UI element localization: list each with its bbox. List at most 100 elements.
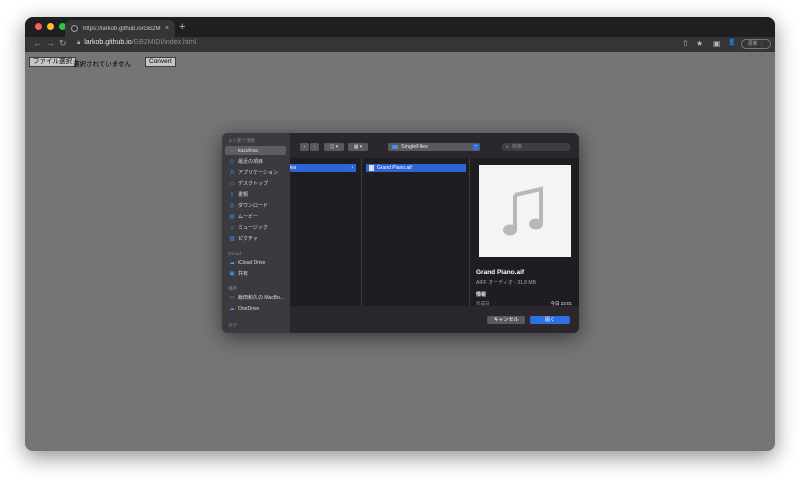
row-label: les: [290, 165, 297, 171]
sidebar-item-label: 飯田和久の MacBo...: [238, 295, 285, 301]
forward-arrow-icon[interactable]: →: [46, 38, 55, 48]
dialog-forward-button[interactable]: ›: [310, 143, 319, 151]
search-field[interactable]: ⌕ 検索: [502, 143, 570, 151]
tab-close-icon[interactable]: ×: [165, 25, 169, 32]
music-note-icon: [503, 186, 543, 236]
new-tab-button[interactable]: +: [179, 21, 185, 33]
browser-tab[interactable]: https://larkob.github.io/GB2MIDI ×: [65, 20, 175, 37]
window-controls: [35, 23, 66, 30]
current-folder-name: SingleFiles: [401, 144, 428, 150]
preview-file-name: Grand Piano.aif: [476, 269, 525, 276]
tab-bar: https://larkob.github.io/GB2MIDI × +: [25, 17, 775, 37]
dialog-sidebar: よく使う項目 ⌂ kazuhisa ◷ 最近の項目 ⋀ アプリケーション ▭ デスクトッ…: [222, 133, 290, 333]
sidebar-item-shared[interactable]: ▣ 共有: [225, 269, 286, 278]
lock-icon: 🔒︎: [77, 40, 81, 46]
sidebar-item-macbook[interactable]: ▭ 飯田和久の MacBo...: [225, 293, 286, 302]
globe-icon: [71, 25, 78, 32]
menu-dots-icon: ⋮: [759, 41, 765, 47]
bookmark-star-icon[interactable]: ★: [696, 39, 703, 48]
url-path: /GB2MIDI/index.html: [131, 39, 197, 46]
file-thumbnail: [479, 165, 571, 257]
file-select-button[interactable]: ファイル選択: [29, 57, 76, 67]
cloud-icon: ☁: [229, 259, 235, 266]
group-view-button[interactable]: ▦ ▾: [348, 143, 368, 151]
clock-icon: ◷: [229, 158, 235, 165]
laptop-icon: ▭: [229, 294, 235, 301]
minimize-window-button[interactable]: [47, 23, 54, 30]
open-button[interactable]: 開く: [530, 316, 570, 324]
folder-popup[interactable]: SingleFiles ⌃: [388, 143, 480, 151]
file-status-text: 選択されていません: [73, 61, 132, 68]
sidebar-item-home[interactable]: ⌂ kazuhisa: [225, 146, 286, 155]
dialog-toolbar: ‹ › ◫ ▾ ▦ ▾ SingleFiles ⌃ ⌕ 検索: [290, 133, 579, 158]
cancel-button[interactable]: キャンセル: [487, 316, 525, 324]
movie-icon: ▤: [229, 213, 235, 220]
browser-toolbar: ← → ↻ 🔒︎ larkob.github.io/GB2MIDI/index.h…: [25, 37, 775, 52]
applications-icon: ⋀: [229, 169, 235, 176]
convert-button[interactable]: Convert: [145, 57, 176, 67]
column-2: Grand Piano.aif: [362, 158, 470, 306]
page-content: ファイル選択 選択されていません Convert よく使う項目 ⌂ kazuhis…: [25, 52, 775, 451]
desktop-icon: ▭: [229, 180, 235, 187]
locations-header: 場所: [228, 286, 237, 291]
side-panel-icon[interactable]: ▣: [713, 39, 721, 48]
sidebar-item-icloud-drive[interactable]: ☁ iCloud Drive: [225, 258, 286, 267]
sidebar-item-label: ピクチャ: [238, 236, 258, 242]
sidebar-item-documents[interactable]: ▯ 書類: [225, 190, 286, 199]
file-open-dialog: よく使う項目 ⌂ kazuhisa ◷ 最近の項目 ⋀ アプリケーション ▭ デスクトッ…: [222, 133, 579, 333]
tab-title: https://larkob.github.io/GB2MIDI: [83, 25, 161, 32]
sidebar-item-label: 最近の項目: [238, 159, 264, 165]
picture-icon: ▨: [229, 235, 235, 242]
audio-file-icon: [369, 164, 374, 171]
sidebar-item-label: ダウンロード: [238, 203, 269, 209]
search-icon: ⌕: [506, 144, 509, 150]
reload-icon[interactable]: ↻: [59, 38, 67, 49]
url-host: larkob.github.io: [84, 39, 132, 46]
download-icon: ◎: [229, 202, 235, 209]
update-button[interactable]: 更新 ⋮: [741, 39, 771, 49]
sidebar-item-applications[interactable]: ⋀ アプリケーション: [225, 168, 286, 177]
search-placeholder: 検索: [511, 144, 522, 150]
sidebar-item-pictures[interactable]: ▨ ピクチャ: [225, 234, 286, 243]
file-row-grand-piano[interactable]: Grand Piano.aif: [366, 164, 466, 172]
dialog-footer: キャンセル 開く: [290, 306, 579, 333]
sidebar-item-downloads[interactable]: ◎ ダウンロード: [225, 201, 286, 210]
sidebar-item-label: kazuhisa: [238, 147, 258, 154]
sidebar-item-label: OneDrive: [238, 305, 260, 312]
column-1: les ›: [290, 158, 362, 306]
profile-icon[interactable]: 👤: [728, 39, 735, 46]
sidebar-item-onedrive[interactable]: ☁ OneDrive: [225, 304, 286, 313]
chevron-right-icon: ›: [351, 165, 353, 171]
update-label: 更新: [747, 41, 758, 47]
sidebar-item-desktop[interactable]: ▭ デスクトップ: [225, 179, 286, 188]
row-label: Grand Piano.aif: [377, 165, 412, 171]
column-browser: les › Grand Piano.aif Grand Piano.aif AI…: [290, 158, 579, 306]
sidebar-item-recents[interactable]: ◷ 最近の項目: [225, 157, 286, 166]
sidebar-item-movies[interactable]: ▤ ムービー: [225, 212, 286, 221]
column-view-button[interactable]: ◫ ▾: [324, 143, 344, 151]
tags-header: タグ: [228, 323, 237, 328]
browser-window: https://larkob.github.io/GB2MIDI × + ← →…: [25, 17, 775, 451]
preview-info-header: 情報: [476, 292, 487, 298]
home-icon: ⌂: [230, 147, 234, 154]
share-icon[interactable]: ⇧: [682, 39, 689, 48]
preview-file-kind: AIFF オーディオ - 31.8 MB: [476, 280, 536, 286]
sidebar-item-label: ミュージック: [238, 225, 268, 231]
dialog-main: ‹ › ◫ ▾ ▦ ▾ SingleFiles ⌃ ⌕ 検索 les › Gra…: [290, 133, 579, 333]
sidebar-item-label: 共有: [238, 271, 249, 277]
sidebar-item-music[interactable]: ♫ ミュージック: [225, 223, 286, 232]
shared-folder-icon: ▣: [229, 270, 235, 277]
back-arrow-icon[interactable]: ←: [33, 38, 42, 48]
sidebar-item-label: デスクトップ: [238, 181, 269, 187]
sidebar-item-label: 書類: [238, 192, 249, 198]
folder-row-singlefiles[interactable]: les ›: [290, 164, 356, 172]
address-bar[interactable]: 🔒︎ larkob.github.io/GB2MIDI/index.html: [77, 39, 196, 47]
icloud-header: iCloud: [228, 251, 241, 256]
dialog-back-button[interactable]: ‹: [300, 143, 309, 151]
music-icon: ♫: [229, 224, 235, 231]
document-icon: ▯: [230, 191, 234, 198]
close-window-button[interactable]: [35, 23, 42, 30]
popup-arrows-icon: ⌃: [473, 144, 479, 150]
folder-icon: [392, 144, 398, 149]
favorites-header: よく使う項目: [228, 138, 255, 143]
